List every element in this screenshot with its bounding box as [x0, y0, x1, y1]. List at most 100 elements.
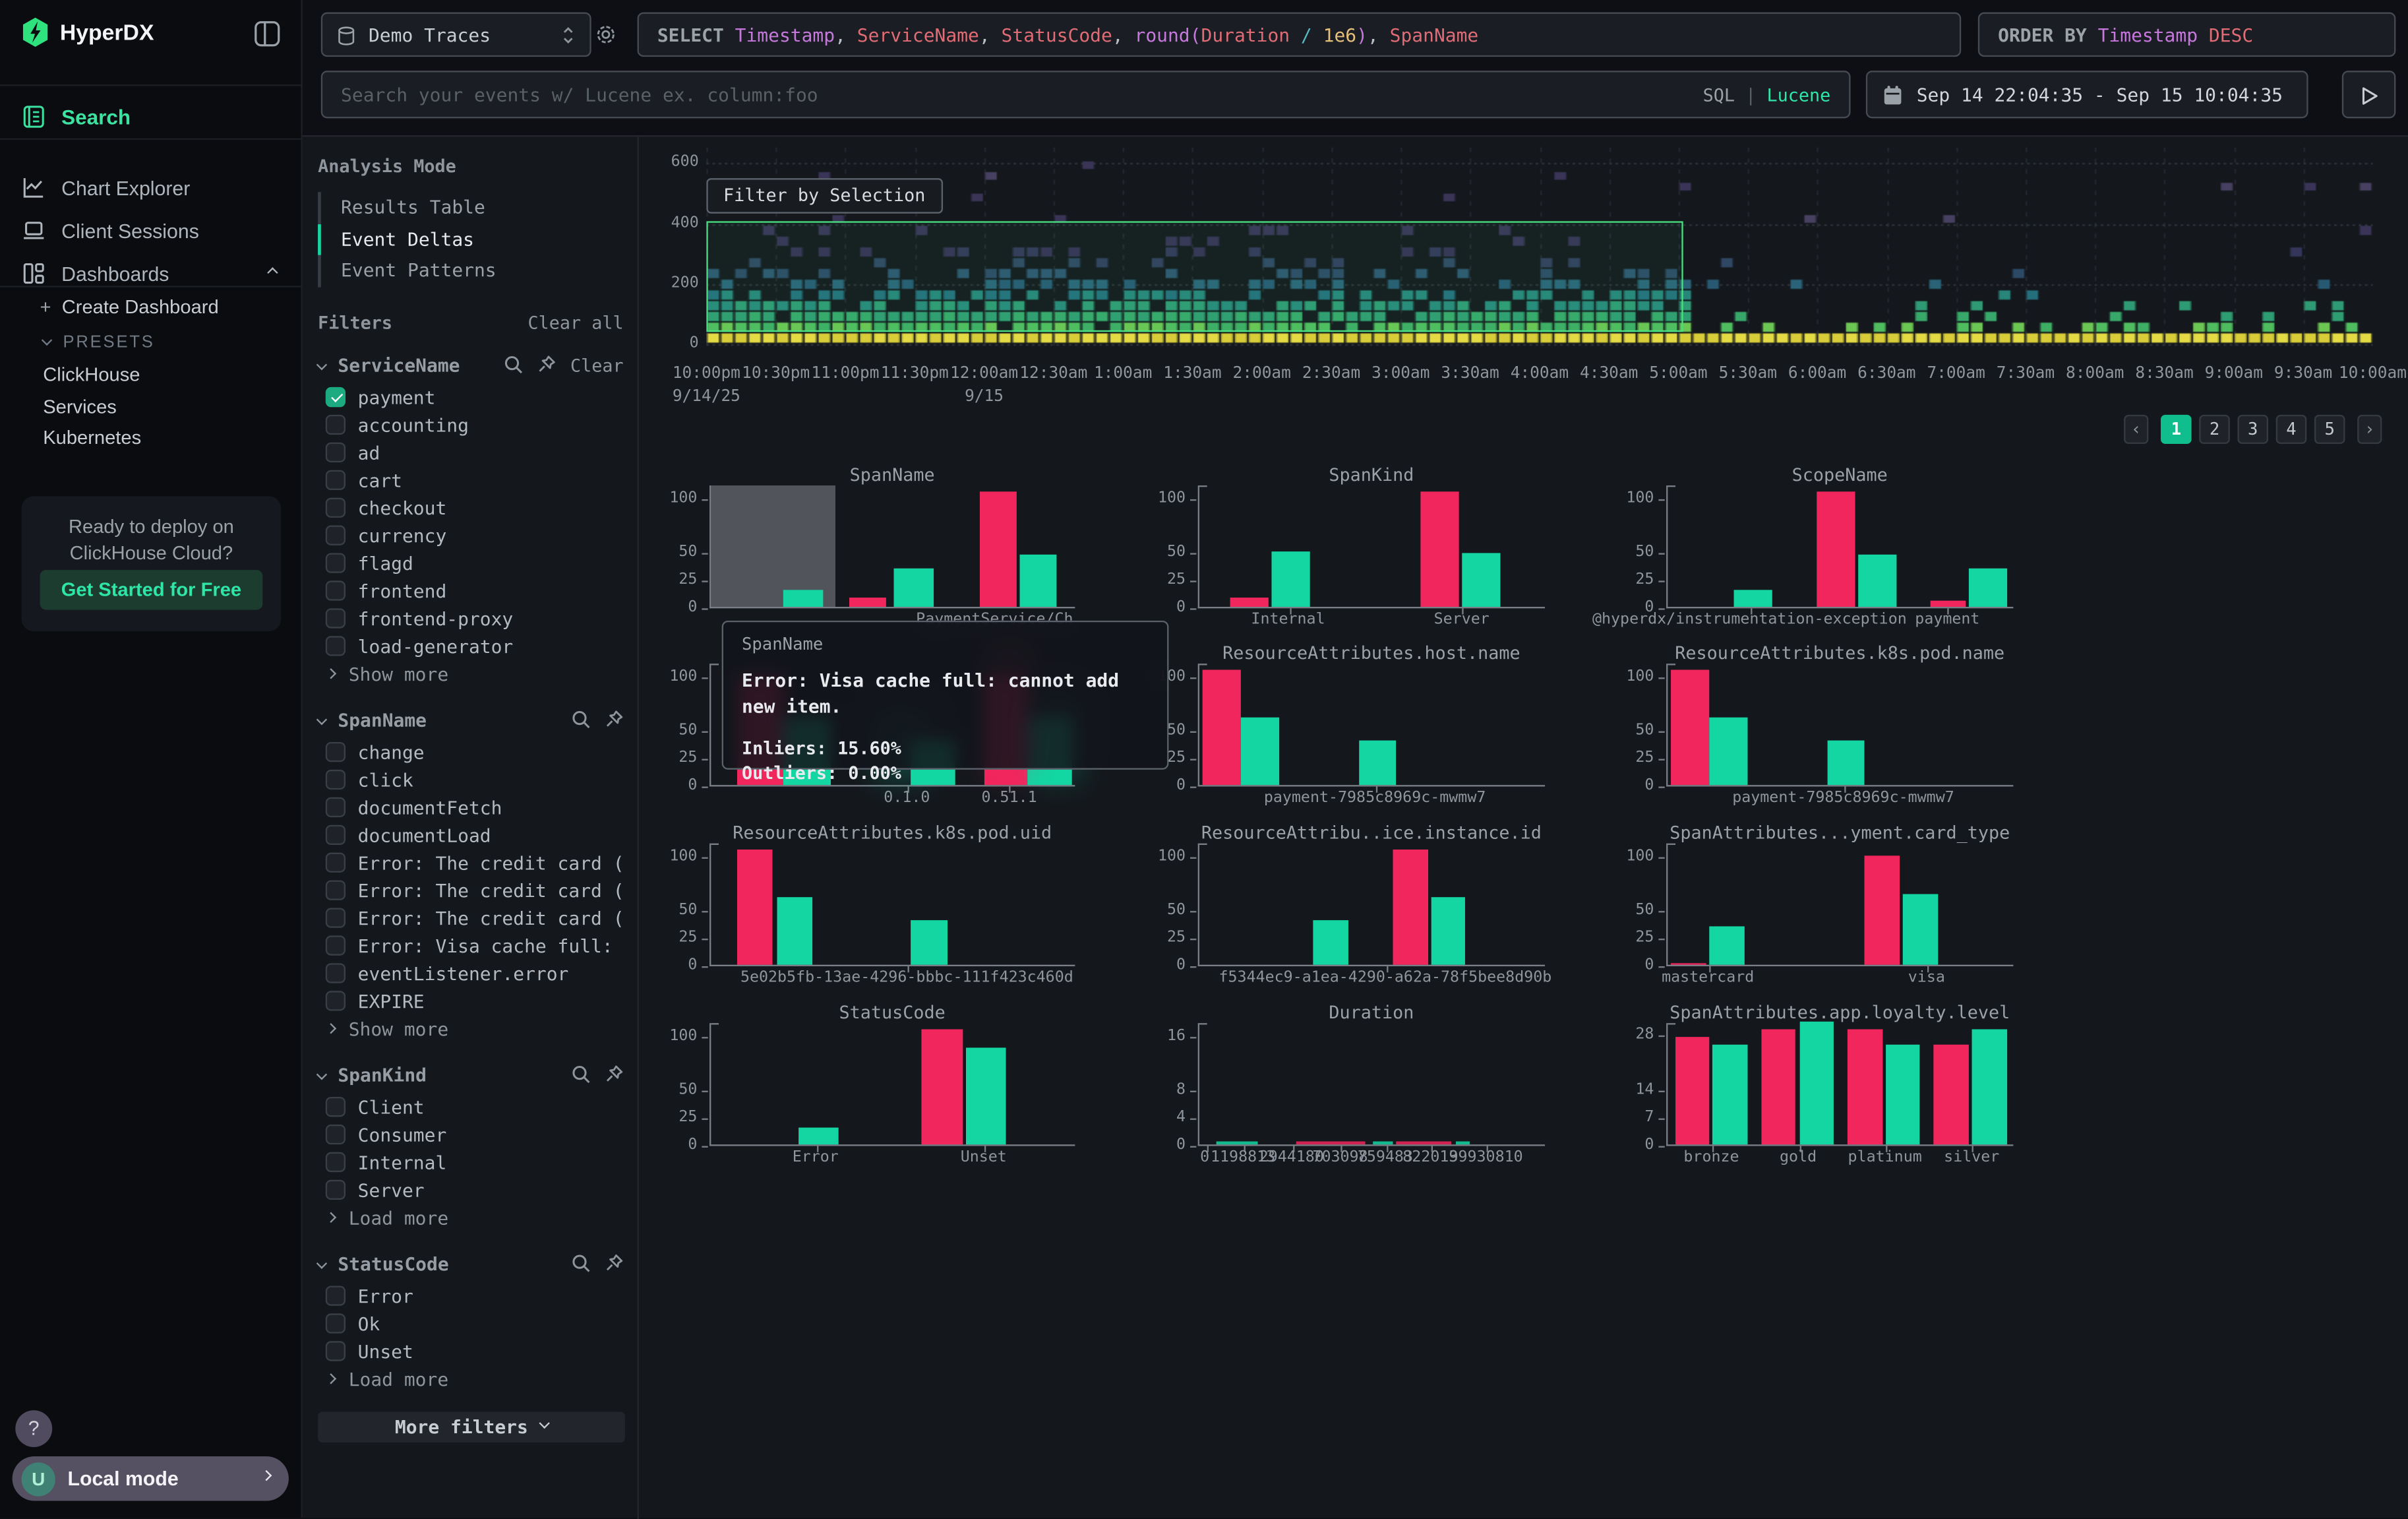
- sql-select-input[interactable]: SELECT Timestamp, ServiceName, StatusCod…: [638, 13, 1962, 57]
- load-more-button[interactable]: Load more: [318, 1365, 623, 1392]
- heatmap-selection-box[interactable]: [706, 221, 1683, 332]
- outliers-bar[interactable]: [737, 850, 773, 965]
- outliers-bar[interactable]: [1675, 1038, 1709, 1144]
- checkbox-unchecked[interactable]: [326, 526, 346, 545]
- search-input[interactable]: [322, 72, 1849, 117]
- pin-icon[interactable]: [605, 1065, 624, 1084]
- checkbox-unchecked[interactable]: [326, 963, 346, 983]
- inliers-bar[interactable]: [1313, 919, 1348, 964]
- chart-plot[interactable]: [1198, 485, 1545, 608]
- filter-option-error-visa-cache-full-[interactable]: Error: Visa cache full: …: [318, 932, 623, 960]
- clear-all-button[interactable]: Clear all: [527, 311, 623, 333]
- create-dashboard-button[interactable]: + Create Dashboard: [40, 297, 219, 319]
- checkbox-unchecked[interactable]: [326, 498, 346, 518]
- checkbox-unchecked[interactable]: [326, 935, 346, 955]
- local-mode-menu[interactable]: U Local mode: [13, 1456, 289, 1501]
- inliers-bar[interactable]: [784, 590, 824, 607]
- mode-results-table[interactable]: Results Table: [318, 192, 623, 224]
- show-more-button[interactable]: Show more: [318, 1014, 623, 1042]
- checkbox-unchecked[interactable]: [326, 797, 346, 817]
- filter-option-internal[interactable]: Internal: [318, 1148, 623, 1176]
- outliers-bar[interactable]: [1420, 491, 1459, 607]
- pin-icon[interactable]: [605, 710, 624, 729]
- checkbox-unchecked[interactable]: [326, 770, 346, 790]
- page-button-4[interactable]: 4: [2276, 415, 2307, 444]
- inliers-bar[interactable]: [1358, 740, 1397, 785]
- checkbox-unchecked[interactable]: [326, 608, 346, 628]
- pin-icon[interactable]: [605, 1254, 624, 1274]
- filter-option-checkout[interactable]: checkout: [318, 494, 623, 522]
- filter-option-load-generator[interactable]: load-generator: [318, 632, 623, 660]
- filter-option-eventlistener-error[interactable]: eventListener.error: [318, 960, 623, 987]
- outliers-bar[interactable]: [1393, 850, 1427, 965]
- filter-option-client[interactable]: Client: [318, 1093, 623, 1121]
- filter-option-consumer[interactable]: Consumer: [318, 1121, 623, 1148]
- outliers-bar[interactable]: [1931, 600, 1965, 607]
- filter-option-documentfetch[interactable]: documentFetch: [318, 793, 623, 821]
- outliers-bar[interactable]: [1671, 669, 1710, 785]
- inliers-bar[interactable]: [1968, 569, 2006, 607]
- inliers-bar[interactable]: [1886, 1045, 1920, 1144]
- search-icon[interactable]: [504, 355, 524, 375]
- mode-event-patterns[interactable]: Event Patterns: [318, 255, 623, 287]
- get-started-button[interactable]: Get Started for Free: [40, 570, 263, 610]
- outliers-bar[interactable]: [1203, 669, 1241, 785]
- search-icon[interactable]: [571, 710, 591, 729]
- chart-plot[interactable]: [1666, 664, 2013, 786]
- outliers-bar[interactable]: [849, 598, 886, 607]
- page-button-5[interactable]: 5: [2314, 415, 2345, 444]
- sidebar-item-search[interactable]: Search: [0, 95, 301, 138]
- more-filters-button[interactable]: More filters: [318, 1411, 625, 1442]
- outliers-bar[interactable]: [1761, 1030, 1795, 1144]
- search-icon[interactable]: [571, 1254, 591, 1274]
- checkbox-unchecked[interactable]: [326, 415, 346, 435]
- filter-option-error-the-credit-card-[interactable]: Error: The credit card (…: [318, 904, 623, 932]
- inliers-bar[interactable]: [1799, 1022, 1834, 1144]
- checkbox-unchecked[interactable]: [326, 908, 346, 927]
- checkbox-unchecked[interactable]: [326, 742, 346, 762]
- checkbox-unchecked[interactable]: [326, 443, 346, 462]
- filter-option-ad[interactable]: ad: [318, 439, 623, 466]
- filter-option-ok[interactable]: Ok: [318, 1310, 623, 1338]
- language-toggle[interactable]: SQL | Lucene: [1703, 84, 1831, 106]
- gear-icon[interactable]: [594, 23, 617, 46]
- inliers-bar[interactable]: [966, 1048, 1006, 1144]
- help-button[interactable]: ?: [15, 1410, 52, 1447]
- outliers-bar[interactable]: [1865, 855, 1899, 964]
- inliers-bar[interactable]: [1903, 894, 1937, 965]
- checkbox-unchecked[interactable]: [326, 1313, 346, 1333]
- inliers-bar[interactable]: [1272, 551, 1310, 607]
- page-next-button[interactable]: ›: [2357, 415, 2382, 444]
- sql-toggle[interactable]: SQL: [1703, 84, 1735, 106]
- sidebar-item-client-sessions[interactable]: Client Sessions: [0, 209, 301, 252]
- chart-plot[interactable]: [1666, 485, 2013, 608]
- inliers-bar[interactable]: [1709, 926, 1743, 964]
- checkbox-unchecked[interactable]: [326, 1125, 346, 1144]
- inliers-bar[interactable]: [1826, 740, 1865, 785]
- filter-option-frontend[interactable]: frontend: [318, 577, 623, 605]
- outliers-bar[interactable]: [980, 491, 1017, 607]
- filter-option-server[interactable]: Server: [318, 1176, 623, 1204]
- filter-option-error[interactable]: Error: [318, 1282, 623, 1310]
- run-query-button[interactable]: [2342, 71, 2396, 118]
- filter-by-selection-button[interactable]: Filter by Selection: [706, 178, 942, 214]
- checkbox-unchecked[interactable]: [326, 853, 346, 873]
- chart-plot[interactable]: [1666, 1023, 2013, 1146]
- search-icon[interactable]: [571, 1065, 591, 1084]
- inliers-bar[interactable]: [1241, 717, 1279, 785]
- chart-plot[interactable]: [1198, 1023, 1545, 1146]
- filter-option-unset[interactable]: Unset: [318, 1337, 623, 1365]
- checkbox-unchecked[interactable]: [326, 1286, 346, 1305]
- checkbox-unchecked[interactable]: [326, 1341, 346, 1361]
- filter-section-header-ServiceName[interactable]: ServiceNameClear: [318, 346, 623, 383]
- filter-option-frontend-proxy[interactable]: frontend-proxy: [318, 604, 623, 632]
- filter-option-error-the-credit-card-[interactable]: Error: The credit card (…: [318, 877, 623, 904]
- inliers-bar[interactable]: [1858, 554, 1896, 607]
- inliers-bar[interactable]: [1709, 717, 1747, 785]
- filter-option-expire[interactable]: EXPIRE: [318, 987, 623, 1014]
- filter-option-change[interactable]: change: [318, 738, 623, 766]
- chart-plot[interactable]: [709, 1023, 1075, 1146]
- filter-option-currency[interactable]: currency: [318, 522, 623, 549]
- clear-section-button[interactable]: Clear: [570, 354, 624, 376]
- checkbox-unchecked[interactable]: [326, 881, 346, 900]
